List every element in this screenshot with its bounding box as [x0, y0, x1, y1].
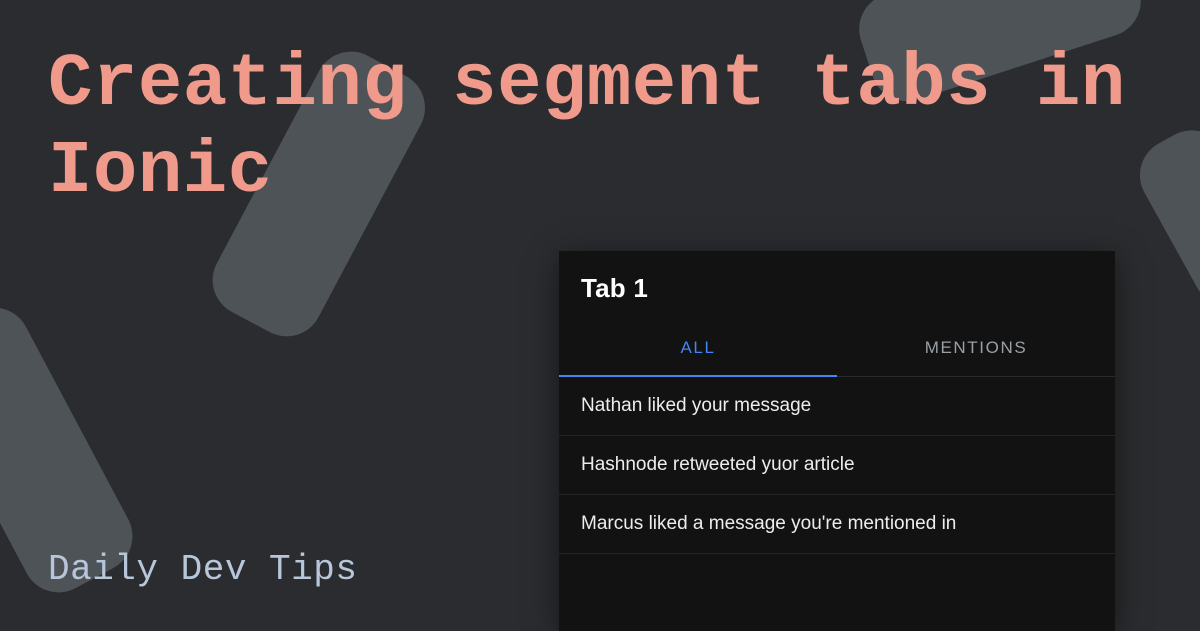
list-item[interactable]: Hashnode retweeted yuor article	[559, 436, 1115, 495]
notification-list: Nathan liked your message Hashnode retwe…	[559, 377, 1115, 554]
segment-tab-mentions[interactable]: MENTIONS	[837, 322, 1115, 376]
list-item[interactable]: Nathan liked your message	[559, 377, 1115, 436]
phone-preview: Tab 1 ALL MENTIONS Nathan liked your mes…	[559, 251, 1115, 631]
page-title: Creating segment tabs in Ionic	[48, 42, 1200, 217]
list-item[interactable]: Marcus liked a message you're mentioned …	[559, 495, 1115, 554]
segment-tab-all[interactable]: ALL	[559, 322, 837, 376]
segment-tabs: ALL MENTIONS	[559, 322, 1115, 377]
phone-header: Tab 1	[559, 251, 1115, 322]
phone-header-title: Tab 1	[581, 273, 1093, 304]
site-name: Daily Dev Tips	[48, 549, 357, 590]
